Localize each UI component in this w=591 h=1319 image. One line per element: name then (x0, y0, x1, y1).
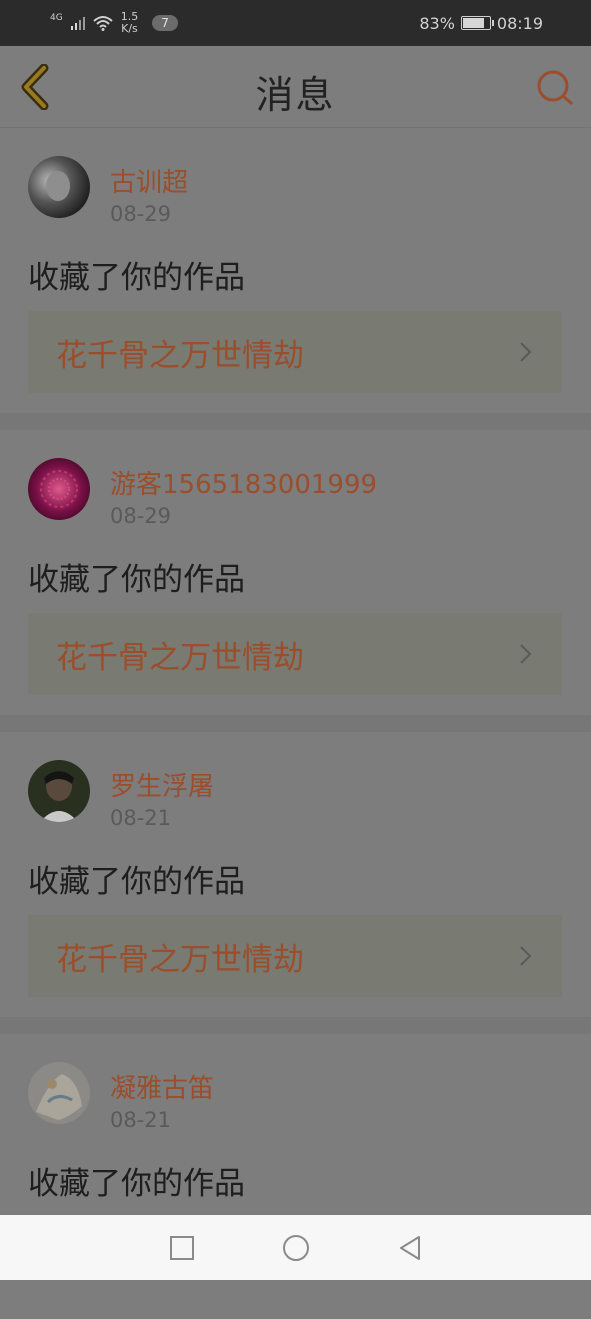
message-list: 古训超 08-29 收藏了你的作品 花千骨之万世情劫 游客15651830019… (0, 128, 591, 1319)
status-right: 83% 08:19 (419, 14, 543, 33)
speed-unit: K/s (121, 22, 138, 35)
user-name[interactable]: 游客1565183001999 (110, 464, 377, 501)
network-speed: 1.5 K/s (121, 11, 139, 35)
avatar[interactable] (28, 156, 90, 218)
back-nav-button[interactable] (395, 1233, 425, 1263)
recents-button[interactable] (167, 1233, 197, 1263)
battery-icon (460, 16, 494, 30)
work-title: 花千骨之万世情劫 (56, 337, 304, 374)
avatar[interactable] (28, 1062, 90, 1124)
chevron-right-icon (520, 946, 532, 966)
divider (0, 413, 591, 430)
avatar[interactable] (28, 458, 90, 520)
system-nav-bar (0, 1215, 591, 1280)
circle-icon (282, 1234, 309, 1261)
message-date: 08-29 (110, 202, 172, 226)
message-date: 08-29 (110, 504, 172, 528)
battery-percent: 83% (419, 13, 455, 33)
work-title: 花千骨之万世情劫 (56, 639, 304, 676)
work-link[interactable]: 花千骨之万世情劫 (28, 311, 562, 393)
message-card[interactable]: 罗生浮屠 08-21 收藏了你的作品 花千骨之万世情劫 (0, 732, 591, 1017)
search-button[interactable] (535, 68, 575, 108)
user-name[interactable]: 凝雅古笛 (110, 1068, 214, 1105)
message-card[interactable]: 古训超 08-29 收藏了你的作品 花千骨之万世情劫 (0, 128, 591, 413)
home-button[interactable] (281, 1233, 311, 1263)
page-title: 消息 (255, 73, 336, 117)
message-text: 收藏了你的作品 (28, 562, 245, 598)
user-name[interactable]: 古训超 (110, 162, 188, 199)
signal-icon (70, 16, 85, 30)
work-title: 花千骨之万世情劫 (56, 941, 304, 978)
message-text: 收藏了你的作品 (28, 260, 245, 296)
message-date: 08-21 (110, 1108, 172, 1132)
clock: 08:19 (496, 13, 543, 33)
square-icon (169, 1235, 194, 1260)
search-icon (537, 70, 573, 105)
notification-badge: 7 (152, 15, 178, 31)
divider (0, 715, 591, 732)
triangle-back-icon (399, 1235, 420, 1260)
status-left: 4G 1.5 K/s 7 (50, 11, 178, 35)
avatar[interactable] (28, 760, 90, 822)
user-name[interactable]: 罗生浮屠 (110, 766, 214, 803)
network-type: 4G (50, 12, 63, 23)
chevron-right-icon (520, 644, 532, 664)
chevron-right-icon (520, 342, 532, 362)
work-link[interactable]: 花千骨之万世情劫 (28, 915, 562, 997)
message-text: 收藏了你的作品 (28, 864, 245, 900)
wifi-icon (93, 16, 113, 31)
divider (0, 1017, 591, 1034)
message-date: 08-21 (110, 806, 172, 830)
app-header: 消息 (0, 46, 591, 128)
message-card[interactable]: 游客1565183001999 08-29 收藏了你的作品 花千骨之万世情劫 (0, 430, 591, 715)
message-text: 收藏了你的作品 (28, 1166, 245, 1202)
work-link[interactable]: 花千骨之万世情劫 (28, 613, 562, 695)
status-bar: 4G 1.5 K/s 7 83% 08:19 (0, 0, 591, 46)
